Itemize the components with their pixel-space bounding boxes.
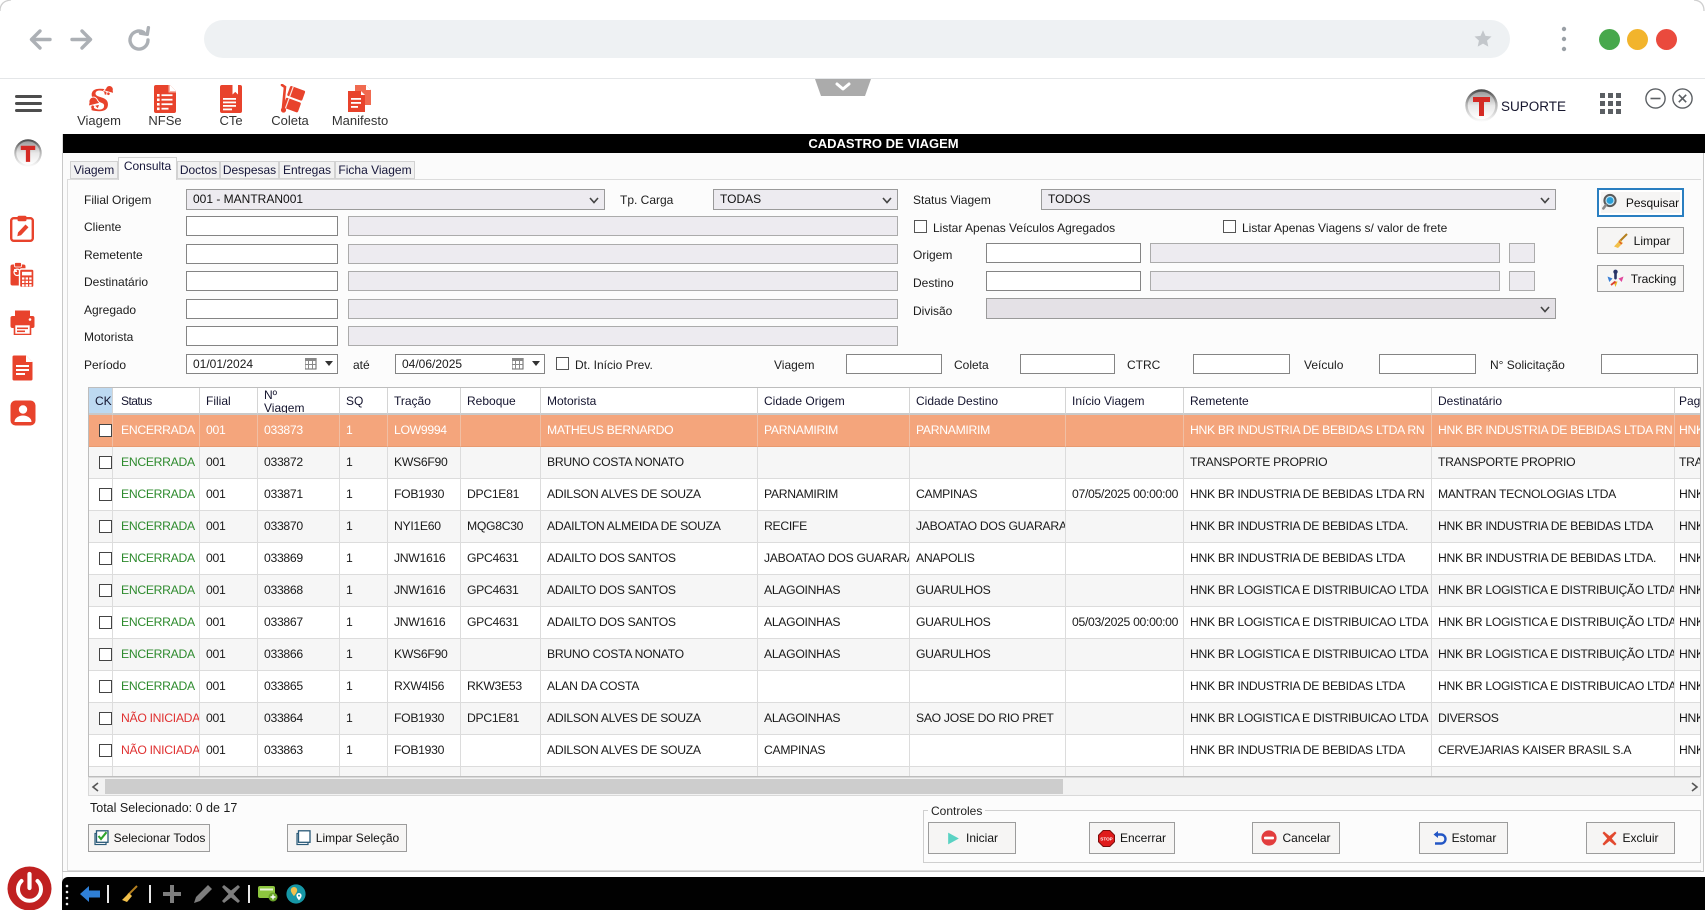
svg-text:STOP: STOP: [1100, 836, 1112, 841]
